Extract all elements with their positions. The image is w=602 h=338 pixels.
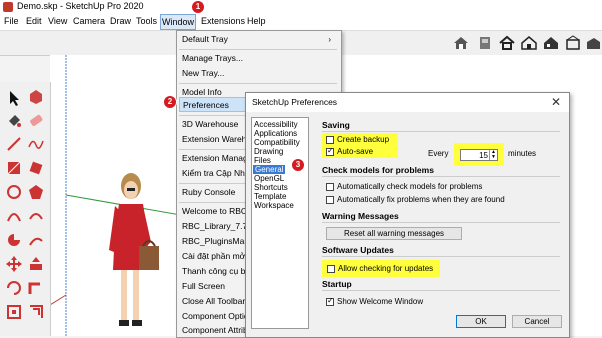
- offset-tool-icon[interactable]: [27, 303, 45, 321]
- rotated-rectangle-icon[interactable]: [27, 159, 45, 177]
- polygon-tool-icon[interactable]: [27, 183, 45, 201]
- create-backup-checkbox[interactable]: [326, 136, 334, 144]
- home-icon[interactable]: [498, 34, 516, 52]
- dialog-title: SketchUp Preferences: [252, 97, 338, 107]
- check-models-header: Check models for problems: [322, 165, 434, 175]
- paint-bucket-icon[interactable]: [5, 111, 23, 129]
- sketchup-app-icon: [3, 2, 13, 12]
- allow-updates-checkbox[interactable]: [327, 265, 335, 273]
- category-opengl[interactable]: OpenGL: [254, 174, 284, 183]
- category-compatibility[interactable]: Compatibility: [254, 138, 300, 147]
- cancel-button[interactable]: Cancel: [512, 315, 562, 328]
- menu-separator: [179, 49, 337, 50]
- category-workspace[interactable]: Workspace: [254, 201, 294, 210]
- step-badge-3: 3: [291, 158, 305, 172]
- circle-tool-icon[interactable]: [5, 183, 23, 201]
- window-title: Demo.skp - SketchUp Pro 2020: [17, 1, 144, 11]
- components-icon[interactable]: [476, 34, 494, 52]
- rectangle-tool-icon[interactable]: [5, 159, 23, 177]
- menu-separator: [179, 83, 337, 84]
- scale-tool-icon[interactable]: [5, 303, 23, 321]
- menu-window[interactable]: Window: [160, 14, 196, 30]
- left-toolbar: [0, 82, 51, 336]
- auto-save-label: Auto-save: [337, 147, 374, 156]
- create-backup-label: Create backup: [337, 135, 390, 144]
- auto-check-label: Automatically check models for problems: [337, 182, 483, 191]
- select-arrow-icon[interactable]: [5, 89, 23, 107]
- menu-draw[interactable]: Draw: [110, 16, 131, 26]
- menu-edit[interactable]: Edit: [26, 16, 42, 26]
- category-applications[interactable]: Applications: [254, 129, 297, 138]
- dialog-title-bar: SketchUp Preferences ✕: [246, 93, 569, 112]
- category-general[interactable]: General: [253, 165, 286, 174]
- autosave-minutes-spinner[interactable]: 15 ▲ ▼: [460, 149, 498, 161]
- step-badge-1: 1: [191, 0, 205, 14]
- three-point-arc-icon[interactable]: [27, 231, 45, 249]
- freehand-icon[interactable]: [27, 135, 45, 153]
- show-welcome-checkbox[interactable]: [326, 296, 334, 306]
- divider: [322, 222, 560, 223]
- auto-check-checkbox[interactable]: [326, 183, 334, 191]
- menu-item-manage-trays[interactable]: Manage Trays...: [182, 51, 337, 66]
- menu-item-new-tray[interactable]: New Tray...: [182, 66, 337, 81]
- divider: [322, 176, 560, 177]
- preferences-dialog: SketchUp Preferences ✕ Accessibility App…: [245, 92, 570, 338]
- auto-save-checkbox[interactable]: [326, 146, 334, 156]
- menu-camera[interactable]: Camera: [73, 16, 105, 26]
- submenu-arrow-icon: ›: [328, 35, 331, 44]
- reset-warnings-button[interactable]: Reset all warning messages: [326, 227, 462, 240]
- line-tool-icon[interactable]: [5, 135, 23, 153]
- warning-messages-header: Warning Messages: [322, 211, 399, 221]
- startup-header: Startup: [322, 279, 352, 289]
- category-list: Accessibility Applications Compatibility…: [251, 117, 309, 329]
- divider: [322, 131, 560, 132]
- move-tool-icon[interactable]: [5, 255, 23, 273]
- category-files[interactable]: Files: [254, 156, 271, 165]
- divider: [322, 256, 560, 257]
- software-updates-header: Software Updates: [322, 245, 394, 255]
- minutes-value: 15: [479, 151, 488, 160]
- auto-fix-label: Automatically fix problems when they are…: [337, 195, 505, 204]
- spinner-arrows-icon[interactable]: ▲ ▼: [489, 150, 497, 160]
- arc-tool-icon[interactable]: [5, 207, 23, 225]
- house-front-icon[interactable]: [520, 34, 538, 52]
- eraser-icon[interactable]: [27, 111, 45, 129]
- divider: [322, 290, 560, 291]
- ok-button[interactable]: OK: [456, 315, 506, 328]
- menu-view[interactable]: View: [48, 16, 67, 26]
- menu-tools[interactable]: Tools: [136, 16, 157, 26]
- two-point-arc-icon[interactable]: [27, 207, 45, 225]
- title-bar: Demo.skp - SketchUp Pro 2020: [0, 0, 602, 14]
- house-top-icon[interactable]: [564, 34, 582, 52]
- make-component-icon[interactable]: [27, 87, 45, 105]
- every-label: Every: [428, 149, 449, 158]
- category-shortcuts[interactable]: Shortcuts: [254, 183, 288, 192]
- menu-bar: File Edit View Camera Draw Tools Window …: [0, 14, 602, 31]
- menu-file[interactable]: File: [4, 16, 19, 26]
- minutes-label: minutes: [508, 149, 537, 158]
- show-welcome-label: Show Welcome Window: [337, 297, 424, 306]
- allow-updates-label: Allow checking for updates: [338, 264, 434, 273]
- category-accessibility[interactable]: Accessibility: [254, 120, 298, 129]
- saving-header: Saving: [322, 120, 350, 130]
- push-pull-icon[interactable]: [27, 255, 45, 273]
- close-icon[interactable]: ✕: [551, 95, 561, 109]
- person-figure: [109, 173, 159, 326]
- house-iso-icon[interactable]: [584, 34, 602, 52]
- auto-fix-checkbox[interactable]: [326, 196, 334, 204]
- pie-tool-icon[interactable]: [5, 231, 23, 249]
- house-side-icon[interactable]: [542, 34, 560, 52]
- follow-me-icon[interactable]: [27, 279, 45, 297]
- menu-extensions[interactable]: Extensions: [201, 16, 245, 26]
- category-template[interactable]: Template: [254, 192, 286, 201]
- menu-item-default-tray[interactable]: Default Tray ›: [182, 32, 337, 47]
- warehouse-icon[interactable]: [452, 34, 470, 52]
- category-drawing[interactable]: Drawing: [254, 147, 283, 156]
- menu-help[interactable]: Help: [247, 16, 266, 26]
- menu-item-label: Default Tray: [182, 34, 228, 44]
- step-badge-2: 2: [163, 95, 177, 109]
- rotate-tool-icon[interactable]: [5, 279, 23, 297]
